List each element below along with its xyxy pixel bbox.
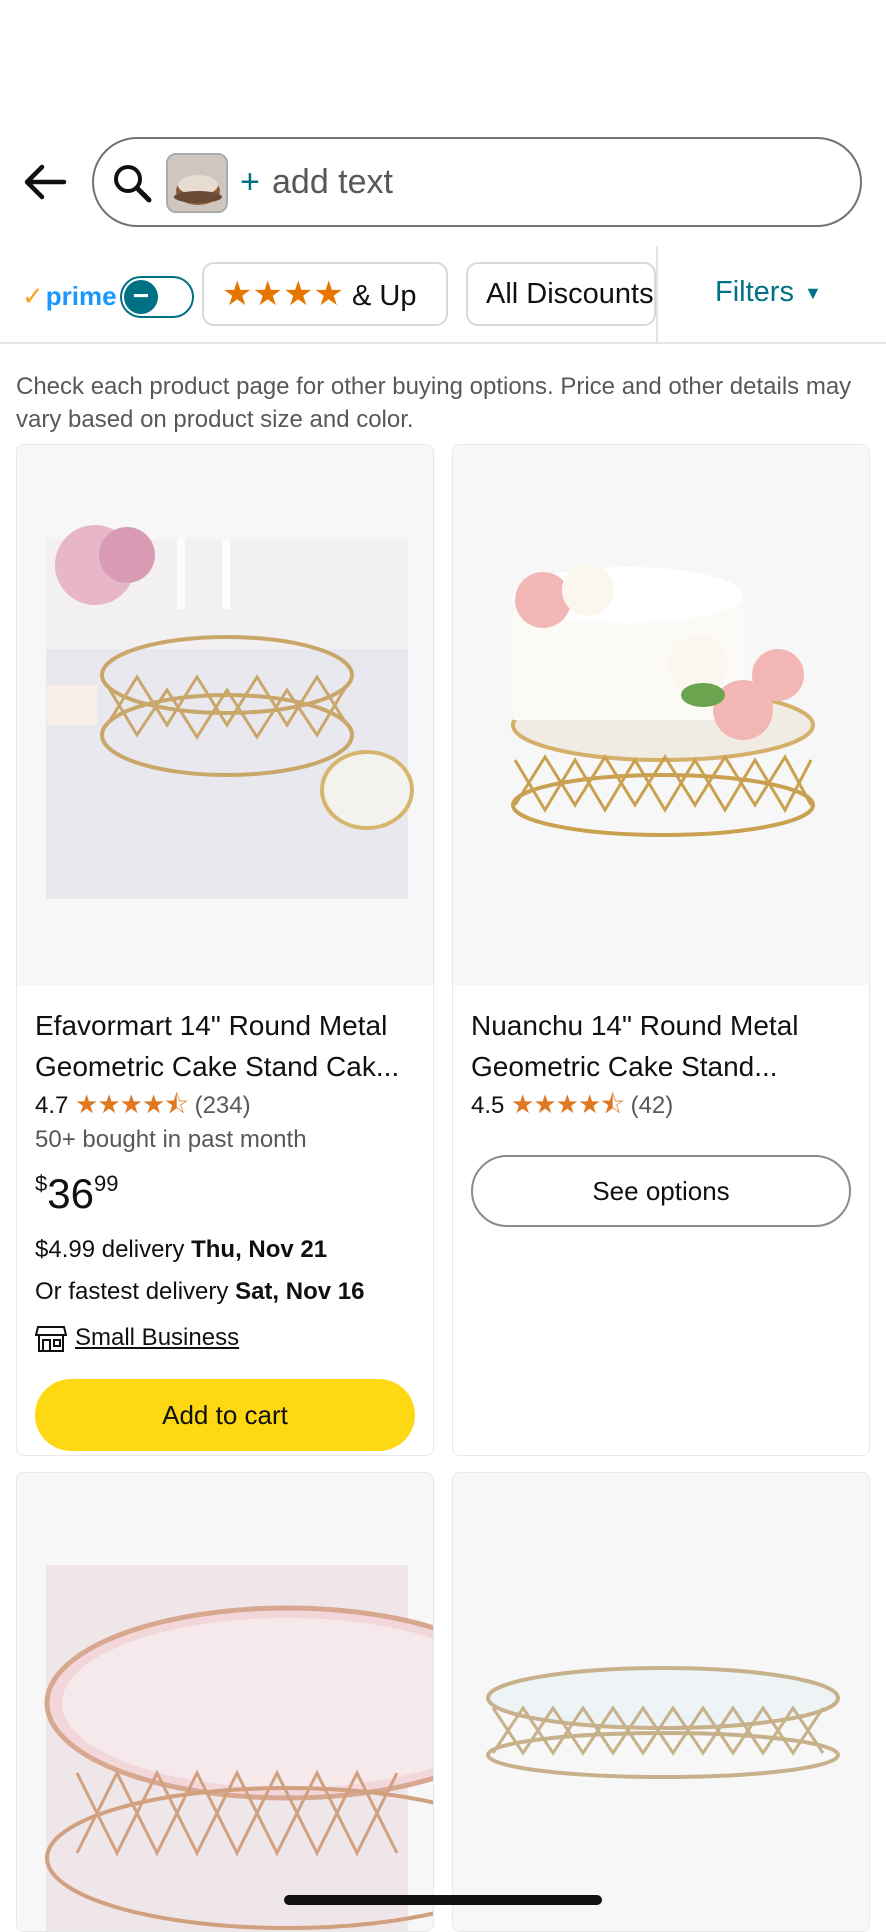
buying-options-note: Check each product page for other buying…	[16, 373, 852, 433]
storefront-icon	[35, 1326, 67, 1352]
product-rating[interactable]: 4.7 ★★★★⯪ (234)	[35, 1087, 415, 1123]
rating-stars-icon: ★★★★⯪	[511, 1089, 625, 1119]
prime-text: prime	[45, 281, 117, 311]
review-count: (42)	[630, 1092, 674, 1119]
product-card[interactable]	[452, 1472, 870, 1932]
product-rating[interactable]: 4.5 ★★★★⯪ (42)	[471, 1087, 851, 1123]
search-image-thumbnail[interactable]	[166, 153, 228, 213]
add-text-plus-icon: +	[240, 163, 260, 201]
search-placeholder[interactable]: add text	[272, 157, 393, 207]
prime-toggle[interactable]: −	[120, 276, 194, 318]
rating-value: 4.7	[35, 1092, 69, 1119]
product-card[interactable]: Nuanchu 14" Round Metal Geometric Cake S…	[452, 444, 870, 1456]
product-price: $3699	[35, 1169, 415, 1229]
small-business-label: Small Business	[75, 1324, 240, 1351]
product-image[interactable]	[453, 445, 869, 985]
status-bar	[0, 0, 886, 135]
divider	[656, 246, 658, 344]
toggle-minus-icon: −	[124, 280, 158, 314]
small-business-badge[interactable]: Small Business	[35, 1317, 415, 1359]
chevron-down-icon: ▼	[803, 283, 822, 304]
price-whole: 36	[47, 1170, 94, 1217]
fastest-date: Sat, Nov 16	[235, 1278, 365, 1305]
product-title[interactable]: Efavormart 14" Round Metal Geometric Cak…	[35, 1005, 415, 1087]
product-image[interactable]	[453, 1473, 869, 1931]
four-stars-icon: ★★★★	[222, 275, 344, 313]
search-bar[interactable]: + add text	[92, 137, 862, 227]
rating-stars-icon: ★★★★⯪	[75, 1089, 189, 1119]
discounts-filter-chip[interactable]: All Discounts	[466, 262, 656, 326]
product-title[interactable]: Nuanchu 14" Round Metal Geometric Cake S…	[471, 1005, 851, 1087]
product-card[interactable]: Efavormart 14" Round Metal Geometric Cak…	[16, 444, 434, 1456]
product-image[interactable]	[17, 1473, 433, 1931]
fastest-delivery-info: Or fastest delivery Sat, Nov 16	[35, 1271, 415, 1313]
bought-count: 50+ bought in past month	[35, 1126, 307, 1153]
fastest-prefix: Or fastest delivery	[35, 1278, 236, 1305]
filters-button[interactable]: Filters ▼	[715, 262, 822, 323]
delivery-date: Thu, Nov 21	[191, 1236, 328, 1263]
see-options-button[interactable]: See options	[471, 1155, 851, 1227]
product-image[interactable]	[17, 445, 433, 985]
rating-chip-label: & Up	[351, 280, 417, 312]
search-icon	[114, 165, 152, 203]
back-arrow-icon[interactable]	[20, 157, 70, 207]
home-indicator[interactable]	[284, 1895, 602, 1905]
product-card[interactable]	[16, 1472, 434, 1932]
filters-label: Filters	[715, 276, 794, 308]
filter-bar: ✓prime − ★★★★ & Up All Discounts Filters…	[0, 246, 886, 344]
rating-filter-chip[interactable]: ★★★★ & Up	[202, 262, 448, 326]
delivery-info: $4.99 delivery Thu, Nov 21	[35, 1229, 415, 1271]
add-to-cart-button[interactable]: Add to cart	[35, 1379, 415, 1451]
rating-value: 4.5	[471, 1092, 505, 1119]
price-fraction: 99	[93, 1171, 119, 1196]
top-bar: + add text	[0, 135, 886, 231]
review-count: (234)	[194, 1092, 251, 1119]
prime-check-icon: ✓	[22, 281, 44, 311]
prime-filter-label: ✓prime	[22, 278, 117, 314]
delivery-prefix: $4.99 delivery	[35, 1236, 192, 1263]
discounts-chip-label: All Discounts	[486, 278, 654, 310]
price-symbol: $	[35, 1171, 48, 1196]
